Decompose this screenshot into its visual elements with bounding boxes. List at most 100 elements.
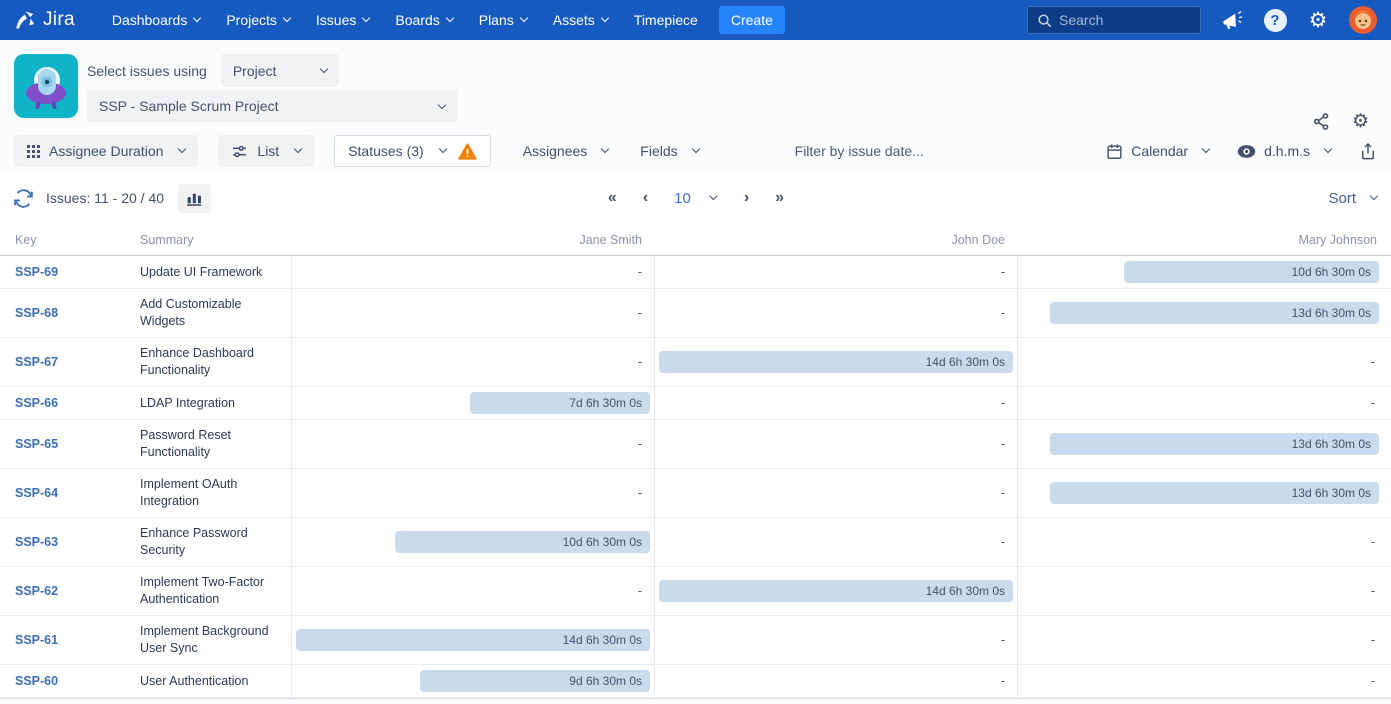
duration-cell: 14d 6h 30m 0s	[654, 567, 1017, 615]
first-page-button[interactable]: «	[608, 189, 616, 207]
assignees-filter-dropdown[interactable]: Assignees	[523, 143, 609, 159]
chevron-down-icon	[601, 14, 609, 22]
issue-key-link[interactable]: SSP-68	[15, 306, 58, 320]
issue-key-link[interactable]: SSP-69	[15, 265, 58, 279]
duration-bar[interactable]: 14d 6h 30m 0s	[659, 351, 1013, 373]
issue-key-link[interactable]: SSP-67	[15, 355, 58, 369]
duration-bar[interactable]: 9d 6h 30m 0s	[420, 670, 650, 692]
help-icon[interactable]: ?	[1263, 8, 1287, 32]
empty-duration-dash: -	[1371, 535, 1375, 549]
empty-duration-dash: -	[1001, 306, 1005, 320]
duration-cell: 13d 6h 30m 0s	[1017, 469, 1391, 517]
issue-key-link[interactable]: SSP-65	[15, 437, 58, 451]
chevron-down-icon	[1370, 192, 1378, 200]
issue-summary: Enhance Password Security	[140, 518, 291, 566]
issue-summary: Add Customizable Widgets	[140, 289, 291, 337]
report-grid-icon	[27, 145, 40, 158]
issue-key-link[interactable]: SSP-64	[15, 486, 58, 500]
table-row: SSP-60User Authentication9d 6h 30m 0s--	[0, 665, 1391, 698]
page-size-dropdown[interactable]: 10	[674, 190, 717, 207]
search-input[interactable]	[1059, 12, 1191, 28]
duration-cell: -	[291, 256, 654, 288]
fields-menu-dropdown[interactable]: Fields	[640, 143, 698, 159]
duration-cell: -	[1017, 518, 1391, 566]
chevron-down-icon	[710, 192, 718, 200]
create-button[interactable]: Create	[719, 6, 785, 34]
duration-cell: -	[291, 289, 654, 337]
issue-date-filter-input[interactable]	[795, 143, 1025, 159]
view-mode-dropdown[interactable]: List	[218, 135, 314, 167]
duration-cell: 13d 6h 30m 0s	[1017, 420, 1391, 468]
select-issues-label: Select issues using	[87, 63, 207, 79]
nav-search[interactable]	[1027, 6, 1201, 34]
report-settings-gear-icon[interactable]: ⚙	[1352, 112, 1369, 131]
timepiece-app-icon	[14, 54, 78, 118]
issue-summary: User Authentication	[140, 665, 291, 697]
issue-summary: Implement OAuth Integration	[140, 469, 291, 517]
share-icon[interactable]	[1312, 112, 1331, 131]
statuses-filter-dropdown[interactable]: Statuses (3)	[334, 135, 490, 167]
duration-cell: -	[1017, 387, 1391, 419]
duration-bar[interactable]: 13d 6h 30m 0s	[1050, 433, 1379, 455]
empty-duration-dash: -	[638, 355, 642, 369]
empty-duration-dash: -	[1371, 633, 1375, 647]
top-navigation: Jira DashboardsProjectsIssuesBoardsPlans…	[0, 0, 1391, 40]
issue-key-link[interactable]: SSP-60	[15, 674, 58, 688]
time-format-dropdown[interactable]: d.h.m.s	[1237, 143, 1331, 159]
warning-icon	[458, 143, 477, 160]
duration-cell: -	[291, 420, 654, 468]
calendar-dropdown[interactable]: Calendar	[1106, 143, 1209, 160]
chevron-down-icon	[691, 145, 699, 153]
issue-key-link[interactable]: SSP-63	[15, 535, 58, 549]
chevron-down-icon	[438, 145, 446, 153]
issue-summary: Implement Two-Factor Authentication	[140, 567, 291, 615]
duration-bar[interactable]: 14d 6h 30m 0s	[296, 629, 650, 651]
last-page-button[interactable]: »	[775, 189, 783, 207]
duration-bar[interactable]: 10d 6h 30m 0s	[1124, 261, 1379, 283]
pagination: « ‹ 10 › »	[608, 189, 783, 207]
duration-bar[interactable]: 14d 6h 30m 0s	[659, 580, 1013, 602]
sort-dropdown[interactable]: Sort	[1328, 190, 1377, 207]
chevron-down-icon	[283, 14, 291, 22]
project-dropdown[interactable]: SSP - Sample Scrum Project	[87, 90, 457, 122]
issue-key-link[interactable]: SSP-61	[15, 633, 58, 647]
nav-item-dashboards[interactable]: Dashboards	[99, 0, 214, 40]
next-page-button[interactable]: ›	[744, 189, 748, 207]
nav-item-plans[interactable]: Plans	[466, 0, 540, 40]
issue-key-link[interactable]: SSP-62	[15, 584, 58, 598]
issue-summary: Update UI Framework	[140, 256, 291, 288]
duration-bar[interactable]: 13d 6h 30m 0s	[1050, 482, 1379, 504]
chevron-down-icon	[601, 145, 609, 153]
duration-bar[interactable]: 7d 6h 30m 0s	[470, 392, 650, 414]
column-header-summary: Summary	[140, 233, 291, 247]
table-body: SSP-69Update UI Framework--10d 6h 30m 0s…	[0, 256, 1391, 699]
nav-item-issues[interactable]: Issues	[303, 0, 382, 40]
chevron-down-icon	[178, 145, 186, 153]
duration-cell: -	[654, 616, 1017, 664]
duration-bar[interactable]: 13d 6h 30m 0s	[1050, 302, 1379, 324]
empty-duration-dash: -	[1001, 674, 1005, 688]
settings-gear-icon[interactable]: ⚙	[1306, 8, 1330, 32]
nav-item-boards[interactable]: Boards	[382, 0, 465, 40]
issue-summary: Password Reset Functionality	[140, 420, 291, 468]
issue-key-link[interactable]: SSP-66	[15, 396, 58, 410]
jira-logo[interactable]: Jira	[14, 9, 75, 31]
export-icon[interactable]	[1359, 142, 1377, 161]
prev-page-button[interactable]: ‹	[643, 189, 647, 207]
issues-count-label: Issues: 11 - 20 / 40	[46, 190, 164, 206]
refresh-icon[interactable]	[14, 189, 33, 208]
announcements-icon[interactable]	[1220, 8, 1244, 32]
duration-cell: 14d 6h 30m 0s	[291, 616, 654, 664]
user-avatar[interactable]	[1349, 6, 1377, 34]
nav-item-assets[interactable]: Assets	[540, 0, 621, 40]
issue-source-selectors: Select issues using Project SSP - Sample…	[87, 54, 457, 130]
issue-source-type-dropdown[interactable]: Project	[221, 54, 339, 87]
nav-item-timepiece[interactable]: Timepiece	[621, 0, 711, 40]
report-type-dropdown[interactable]: Assignee Duration	[14, 135, 198, 167]
empty-duration-dash: -	[1001, 437, 1005, 451]
chart-view-button[interactable]	[178, 184, 211, 213]
table-row: SSP-69Update UI Framework--10d 6h 30m 0s	[0, 256, 1391, 289]
nav-item-projects[interactable]: Projects	[213, 0, 303, 40]
duration-cell: 7d 6h 30m 0s	[291, 387, 654, 419]
duration-bar[interactable]: 10d 6h 30m 0s	[395, 531, 650, 553]
